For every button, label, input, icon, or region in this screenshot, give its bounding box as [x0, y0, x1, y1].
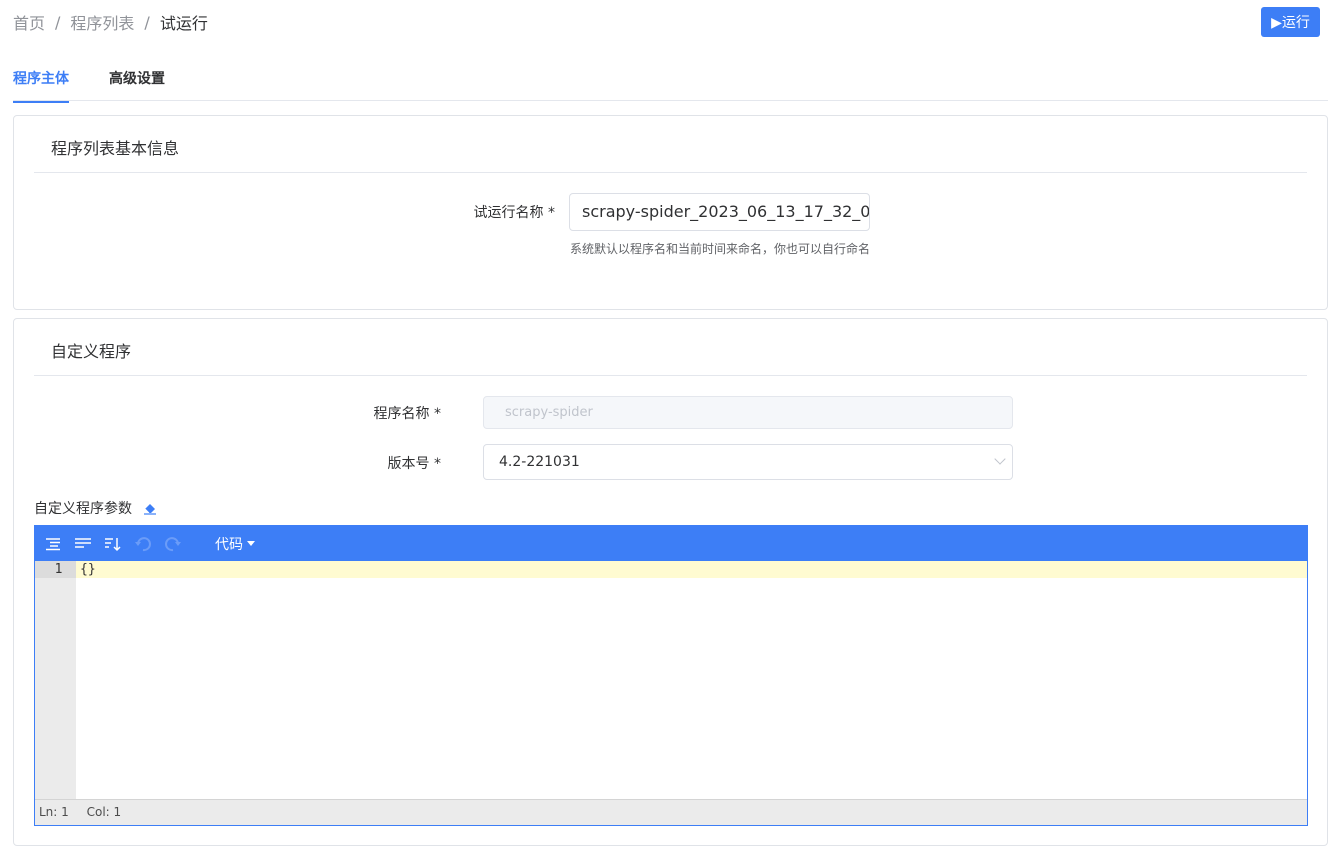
- undo-icon[interactable]: [133, 534, 153, 554]
- custom-program-title: 自定义程序: [51, 342, 132, 361]
- breadcrumb-separator: /: [144, 12, 150, 32]
- cursor-line: Ln: 1: [39, 805, 69, 819]
- active-line-highlight: [76, 561, 1307, 578]
- tab-advanced-settings[interactable]: 高级设置: [109, 68, 165, 101]
- breadcrumb-current: 试运行: [159, 14, 208, 33]
- custom-params-label: 自定义程序参数: [34, 498, 158, 518]
- tab-program-main[interactable]: 程序主体: [13, 68, 69, 103]
- breadcrumb-home[interactable]: 首页: [13, 10, 45, 34]
- code-area[interactable]: 1 {}: [35, 561, 1307, 799]
- program-name-label: 程序名称 *: [373, 406, 441, 422]
- caret-down-icon: [247, 541, 255, 546]
- card-divider: [34, 172, 1307, 173]
- compact-icon[interactable]: [73, 534, 93, 554]
- editor-mode-label: 代码: [215, 536, 243, 553]
- eraser-icon[interactable]: [142, 500, 158, 516]
- run-button[interactable]: ▶运行: [1261, 7, 1320, 37]
- editor-mode-dropdown[interactable]: 代码: [215, 534, 255, 554]
- tab-bar: 程序主体 高级设置: [13, 60, 1328, 103]
- code-line[interactable]: {}: [80, 561, 96, 578]
- cursor-column: Col: 1: [86, 805, 122, 819]
- version-select[interactable]: 4.2-221031: [483, 444, 1013, 480]
- card-divider: [34, 375, 1307, 376]
- editor-toolbar: 代码: [35, 526, 1307, 561]
- trial-name-hint: 系统默认以程序名和当前时间来命名，你也可以自行命名: [570, 242, 871, 256]
- editor-statusbar: Ln: 1 Col: 1: [35, 799, 1307, 825]
- breadcrumb-separator: /: [55, 12, 61, 32]
- line-number: 1: [35, 561, 76, 578]
- basic-info-title: 程序列表基本信息: [51, 139, 180, 158]
- run-button-label: ▶运行: [1271, 15, 1310, 31]
- format-icon[interactable]: [43, 534, 63, 554]
- basic-info-card: 程序列表基本信息 试运行名称 * scrapy-spider_2023_06_1…: [13, 115, 1328, 310]
- version-label: 版本号 *: [387, 456, 441, 472]
- version-select-value: 4.2-221031: [499, 454, 580, 470]
- custom-program-card: 自定义程序 程序名称 * scrapy-spider 版本号 * 4.2-221…: [13, 318, 1328, 846]
- redo-icon[interactable]: [163, 534, 183, 554]
- chevron-down-icon: [994, 453, 1006, 465]
- trial-name-label: 试运行名称 *: [473, 205, 555, 221]
- line-gutter: [35, 561, 76, 799]
- program-name-field: scrapy-spider: [483, 396, 1013, 429]
- sort-icon[interactable]: [103, 534, 123, 554]
- breadcrumb-program-list[interactable]: 程序列表: [70, 10, 134, 34]
- breadcrumb: 首页 / 程序列表 / 试运行: [13, 10, 208, 34]
- json-code-editor[interactable]: 代码 1 {} Ln: 1 Col: 1: [34, 525, 1308, 826]
- trial-name-input[interactable]: scrapy-spider_2023_06_13_17_32_05: [569, 193, 870, 231]
